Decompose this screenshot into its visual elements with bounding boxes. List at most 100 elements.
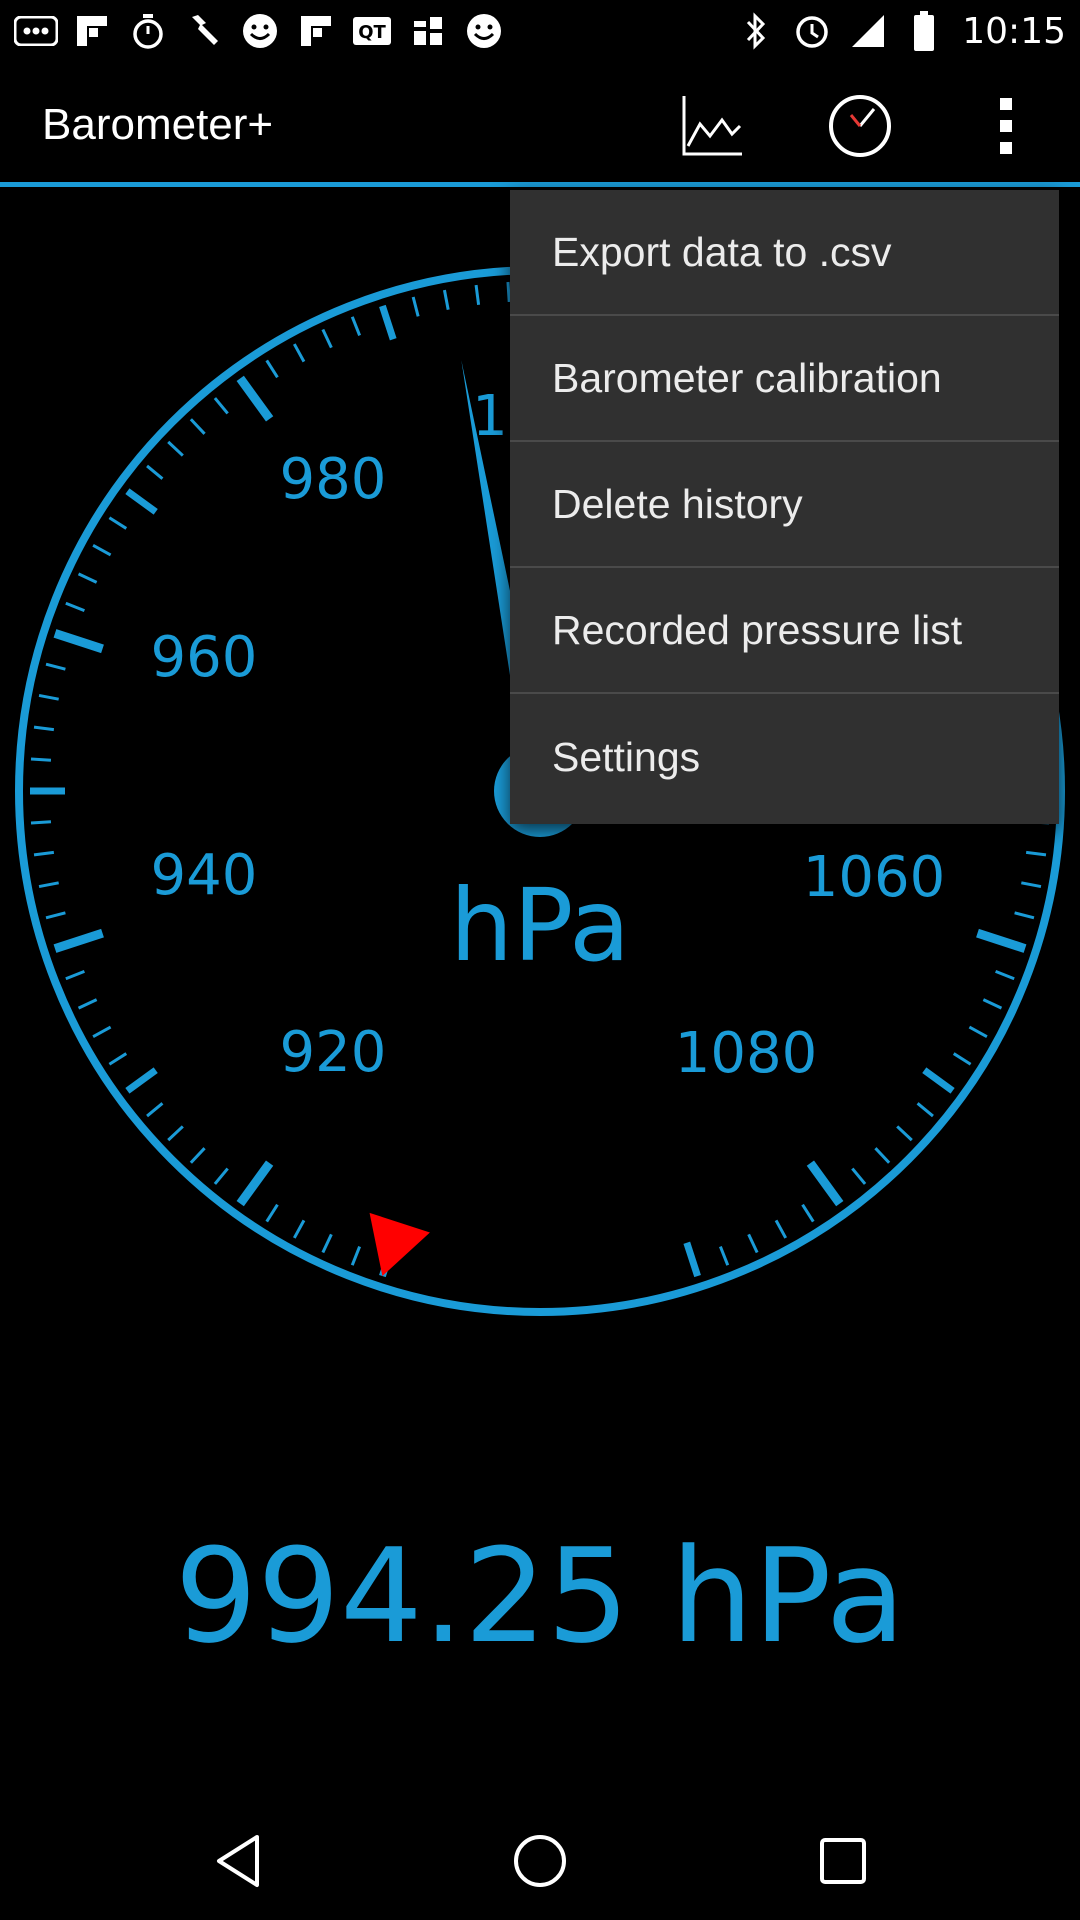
gauge-tick	[321, 1233, 333, 1254]
gauge-tick	[683, 1241, 701, 1278]
gauge-tick	[213, 397, 229, 415]
gauge-tick	[146, 464, 164, 480]
min-marker	[369, 1212, 430, 1277]
gauge-tick	[747, 1233, 759, 1254]
flipboard-icon	[70, 9, 114, 53]
overflow-menu: Export data to .csv Barometer calibratio…	[510, 190, 1059, 824]
app-icon	[406, 9, 450, 53]
gauge-tick	[1014, 911, 1035, 920]
gauge-tick	[851, 1167, 867, 1185]
signal-icon	[846, 9, 890, 53]
overflow-menu-icon[interactable]	[970, 90, 1042, 162]
gauge-tick	[806, 1160, 844, 1207]
menu-item-settings[interactable]: Settings	[510, 694, 1059, 820]
back-icon[interactable]	[203, 1826, 273, 1896]
gauge-tick	[33, 725, 55, 732]
gauge-tick	[474, 284, 481, 306]
gauge-tick	[77, 998, 98, 1010]
gauge-tick	[45, 662, 66, 671]
gauge-tick	[30, 820, 52, 825]
menu-item-export-csv[interactable]: Export data to .csv	[510, 190, 1059, 316]
gauge-tick	[65, 969, 85, 981]
home-icon[interactable]	[505, 1826, 575, 1896]
alarm-icon	[790, 9, 834, 53]
gauge-label-980: 980	[280, 447, 387, 512]
menu-item-barometer-calibration[interactable]: Barometer calibration	[510, 316, 1059, 442]
gauge-tick	[995, 969, 1015, 981]
gauge-tick	[189, 1147, 206, 1164]
gauge-tick	[30, 757, 52, 762]
gauge-label-1080: 1080	[675, 1021, 818, 1086]
notification-icons: QT	[14, 9, 506, 53]
gauge-tick	[321, 328, 333, 349]
gauge-tick	[125, 488, 158, 515]
gauge-tick	[33, 850, 55, 857]
bluetooth-icon	[734, 9, 778, 53]
wrench-icon	[182, 9, 226, 53]
gauge-tick	[350, 316, 362, 336]
gauge-tick	[968, 1025, 988, 1039]
gauge-tick	[108, 1052, 128, 1066]
status-bar: QT 10:15	[0, 0, 1080, 62]
gauge-tick	[874, 1147, 891, 1164]
battery-icon	[902, 9, 946, 53]
gauge-tick	[108, 516, 128, 530]
gauge-tick	[236, 375, 274, 422]
stopwatch-icon	[126, 9, 170, 53]
navigation-bar	[0, 1800, 1080, 1920]
gauge-tick	[53, 629, 104, 654]
status-clock: 10:15	[962, 10, 1066, 52]
gauge-icon[interactable]	[824, 90, 896, 162]
gauge-tick	[896, 1125, 913, 1142]
gauge-tick	[125, 1067, 158, 1094]
gauge-tick	[350, 1246, 362, 1266]
gauge-tick	[189, 418, 206, 435]
menu-item-recorded-pressure-list[interactable]: Recorded pressure list	[510, 568, 1059, 694]
gauge-label-960: 960	[151, 625, 258, 690]
gauge-tick	[411, 296, 420, 317]
gauge-tick	[213, 1167, 229, 1185]
gauge-tick	[922, 1067, 955, 1094]
gauge-tick	[1021, 881, 1042, 889]
smiley-icon	[462, 9, 506, 53]
more-notifications-icon	[14, 9, 58, 53]
gauge-tick	[774, 1219, 788, 1239]
gauge-tick	[77, 572, 98, 584]
gauge-tick	[92, 1025, 112, 1039]
gauge-tick	[265, 359, 279, 379]
app-title: Barometer+	[42, 100, 274, 149]
gauge-tick	[167, 440, 184, 457]
gauge-tick	[236, 1160, 274, 1207]
gauge-tick	[265, 1203, 279, 1223]
svg-text:QT: QT	[358, 22, 386, 43]
gauge-tick	[379, 304, 397, 341]
smiley-icon	[238, 9, 282, 53]
gauge-tick	[916, 1102, 934, 1118]
system-icons: 10:15	[734, 9, 1066, 53]
gauge-tick	[442, 289, 450, 310]
gauge-tick	[292, 343, 306, 363]
gauge-unit: hPa	[450, 867, 630, 984]
recents-icon[interactable]	[808, 1826, 878, 1896]
gauge-label-1060: 1060	[803, 845, 946, 910]
qt-icon: QT	[350, 9, 394, 53]
gauge-label-920: 920	[280, 1020, 387, 1085]
gauge-tick	[976, 928, 1027, 953]
gauge-tick	[38, 693, 59, 701]
gauge-tick	[45, 911, 66, 920]
gauge-tick	[952, 1052, 972, 1066]
gauge-tick	[718, 1246, 730, 1266]
gauge-tick	[167, 1125, 184, 1142]
gauge-tick	[801, 1203, 815, 1223]
flipboard-icon	[294, 9, 338, 53]
gauge-tick	[65, 601, 85, 613]
gauge-tick	[1025, 850, 1047, 857]
pressure-reading: 994.25 hPa	[174, 1520, 906, 1672]
gauge-tick	[146, 1102, 164, 1118]
gauge-tick	[53, 928, 104, 953]
gauge-tick	[92, 543, 112, 557]
menu-item-delete-history[interactable]: Delete history	[510, 442, 1059, 568]
app-bar: Barometer+	[0, 62, 1080, 186]
gauge-label-940: 940	[151, 843, 258, 908]
chart-icon[interactable]	[676, 90, 748, 162]
